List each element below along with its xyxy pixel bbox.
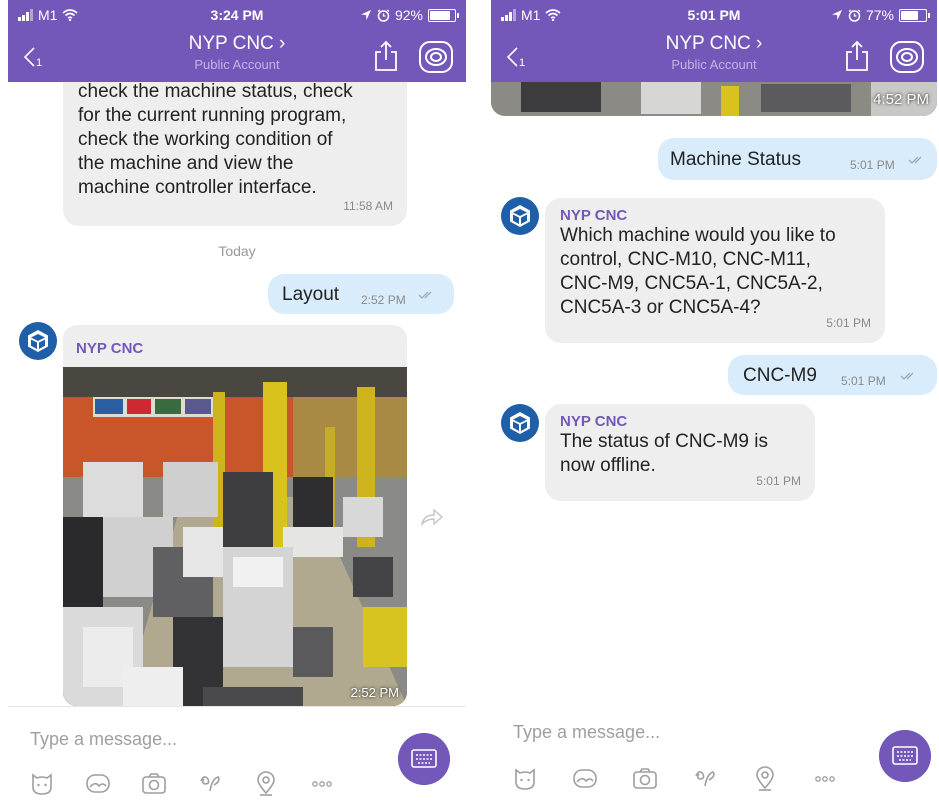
status-answer-bubble[interactable]: NYP CNC The status of CNC-M9 is now offl… bbox=[545, 404, 815, 501]
camera-icon[interactable] bbox=[631, 764, 691, 792]
location-icon bbox=[360, 10, 371, 20]
status-bar: M1 5:01 PM 77% bbox=[491, 7, 937, 25]
message-line: control, CNC-M10, CNC-M11, bbox=[560, 249, 811, 270]
alarm-icon bbox=[848, 8, 861, 22]
machine-status-message-bubble[interactable]: Machine Status 5:01 PM bbox=[658, 138, 937, 180]
chat-header: M1 3:24 PM 92% NYP CNC › Public Account bbox=[8, 0, 466, 82]
keyboard-icon[interactable] bbox=[879, 730, 931, 782]
gallery-icon[interactable] bbox=[571, 764, 631, 792]
forward-icon[interactable] bbox=[418, 507, 444, 527]
location-pin-icon[interactable] bbox=[751, 764, 811, 792]
share-icon[interactable] bbox=[843, 40, 871, 72]
message-composer: Type a message... bbox=[8, 706, 466, 801]
composer-toolbar bbox=[28, 769, 364, 797]
message-time: 5:01 PM bbox=[756, 474, 801, 488]
message-line: Which machine would you like to bbox=[560, 225, 836, 246]
read-receipt-icon bbox=[908, 155, 928, 165]
more-icon[interactable] bbox=[811, 764, 871, 792]
bot-avatar-icon[interactable] bbox=[501, 197, 539, 235]
share-icon[interactable] bbox=[372, 40, 400, 72]
status-bar: M1 3:24 PM 92% bbox=[8, 7, 466, 25]
message-composer: Type a message... bbox=[491, 706, 937, 801]
message-list[interactable]: check the machine status, check for the … bbox=[8, 82, 466, 706]
cnc-m9-message-bubble[interactable]: CNC-M9 5:01 PM bbox=[728, 355, 937, 395]
photo-time: 4:52 PM bbox=[873, 91, 929, 108]
previous-photo-image bbox=[491, 82, 937, 116]
battery-icon bbox=[899, 8, 930, 22]
more-icon[interactable] bbox=[308, 769, 364, 797]
left-phone-screen: M1 3:24 PM 92% NYP CNC › Public Account … bbox=[8, 0, 466, 801]
message-line: CNC-M9, CNC5A-1, CNC5A-2, bbox=[560, 273, 823, 294]
doodle-icon[interactable] bbox=[691, 764, 751, 792]
date-separator: Today bbox=[218, 243, 256, 259]
read-receipt-icon bbox=[900, 371, 920, 381]
message-time: 5:01 PM bbox=[826, 316, 871, 330]
right-phone-screen: M1 5:01 PM 77% NYP CNC › Public Account bbox=[491, 0, 937, 801]
doodle-icon[interactable] bbox=[196, 769, 252, 797]
read-receipt-icon bbox=[418, 290, 438, 300]
message-line: for the current running program, bbox=[78, 105, 347, 126]
layout-message-bubble[interactable]: Layout 2:52 PM bbox=[268, 274, 454, 314]
previous-photo-strip[interactable]: 4:52 PM bbox=[491, 82, 937, 116]
message-line: The status of CNC-M9 is bbox=[560, 431, 768, 452]
alarm-icon bbox=[377, 8, 390, 22]
viber-icon[interactable] bbox=[889, 40, 925, 74]
sticker-icon[interactable] bbox=[511, 764, 571, 792]
message-line: check the working condition of bbox=[78, 129, 333, 150]
location-pin-icon[interactable] bbox=[252, 769, 308, 797]
message-line: the machine and view the bbox=[78, 153, 294, 174]
shared-photo[interactable]: 2:52 PM bbox=[63, 367, 407, 706]
intro-message-bubble[interactable]: check the machine status, check for the … bbox=[63, 82, 407, 226]
message-input[interactable]: Type a message... bbox=[513, 722, 660, 743]
keyboard-icon[interactable] bbox=[398, 733, 450, 785]
message-text: CNC-M9 bbox=[743, 365, 817, 386]
message-list[interactable]: 4:52 PM Machine Status 5:01 PM NYP CNC W… bbox=[491, 82, 937, 706]
message-text: Machine Status bbox=[670, 149, 801, 170]
message-line: check the machine status, check bbox=[78, 82, 353, 102]
battery-percent: 77% bbox=[865, 7, 894, 23]
message-text: Layout bbox=[282, 284, 340, 305]
battery-percent: 92% bbox=[394, 7, 423, 23]
viber-icon[interactable] bbox=[418, 40, 454, 74]
photo-time: 2:52 PM bbox=[350, 685, 399, 700]
machine-question-bubble[interactable]: NYP CNC Which machine would you like to … bbox=[545, 198, 885, 343]
message-time: 2:52 PM bbox=[361, 293, 406, 307]
message-time: 5:01 PM bbox=[841, 374, 886, 388]
battery-icon bbox=[428, 8, 459, 22]
bot-avatar-icon[interactable] bbox=[501, 404, 539, 442]
sender-name: NYP CNC bbox=[76, 340, 144, 357]
location-icon bbox=[831, 10, 842, 20]
composer-toolbar bbox=[511, 764, 871, 792]
sticker-icon[interactable] bbox=[28, 769, 84, 797]
camera-icon[interactable] bbox=[140, 769, 196, 797]
message-input[interactable]: Type a message... bbox=[30, 729, 177, 750]
message-time: 5:01 PM bbox=[850, 158, 895, 172]
workshop-photo-image bbox=[63, 367, 407, 706]
chat-header: M1 5:01 PM 77% NYP CNC › Public Account bbox=[491, 0, 937, 82]
message-time: 11:58 AM bbox=[343, 199, 393, 213]
gallery-icon[interactable] bbox=[84, 769, 140, 797]
bot-avatar-icon[interactable] bbox=[19, 322, 57, 360]
